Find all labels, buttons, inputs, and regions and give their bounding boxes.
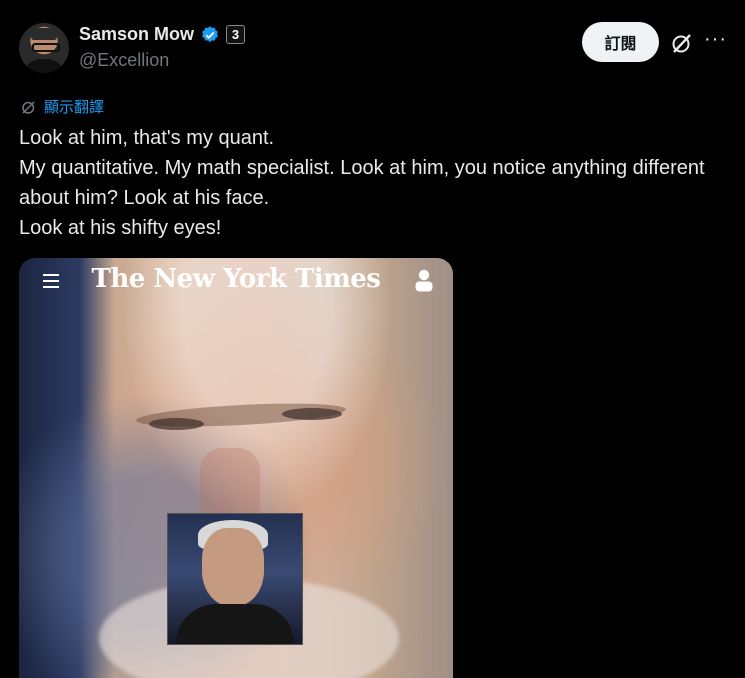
grok-icon[interactable] [670, 31, 694, 55]
tweet-text: Look at him, that's my quant. My quantit… [19, 123, 719, 243]
tweet-line: My quantitative. My math specialist. Loo… [19, 157, 705, 209]
subscribe-button[interactable]: 訂閱 [582, 22, 659, 62]
tweet-line: Look at his shifty eyes! [19, 217, 222, 239]
more-icon[interactable]: ··· [704, 29, 726, 50]
user-icon [415, 269, 433, 292]
affiliate-badge[interactable]: 3 [226, 25, 246, 44]
author-handle[interactable]: @Excellion [79, 50, 169, 71]
tweet-image[interactable]: The New York Times [19, 258, 453, 678]
translate-label: 顯示翻譯 [44, 98, 105, 116]
author-row: Samson Mow 3 [79, 24, 246, 45]
avatar[interactable] [19, 23, 69, 73]
nyt-logo: The New York Times [91, 264, 381, 294]
verified-icon [202, 25, 218, 42]
tweet-line: Look at him, that's my quant. [19, 127, 275, 149]
translate-icon [22, 100, 35, 114]
author-name[interactable]: Samson Mow [79, 24, 194, 45]
translate-link[interactable]: 顯示翻譯 [20, 96, 104, 117]
portrait-inset [167, 513, 303, 645]
